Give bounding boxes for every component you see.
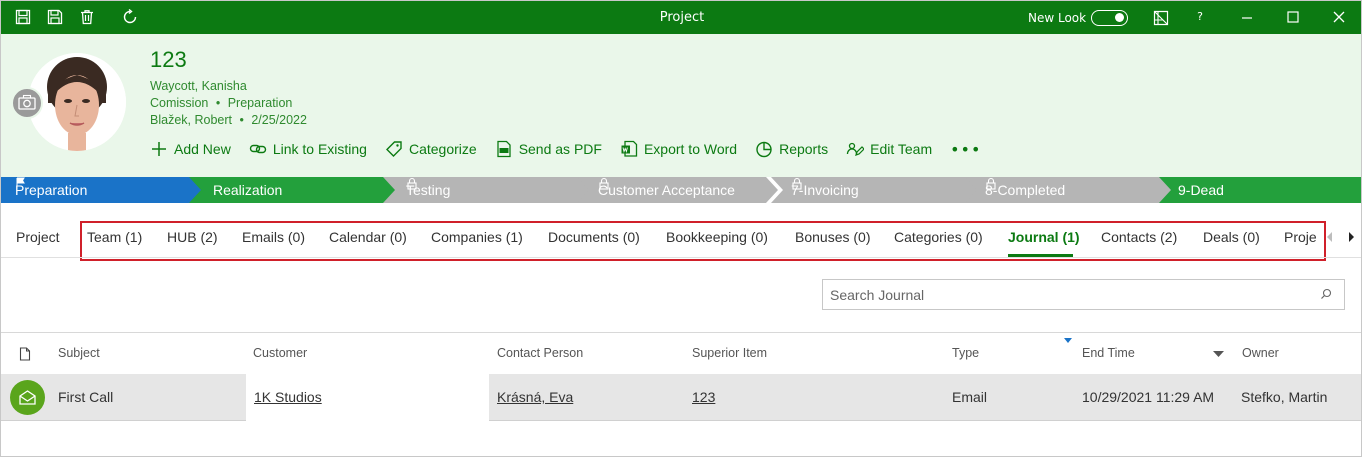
separator-dot: • — [215, 96, 221, 110]
table-row[interactable]: First Call 1K Studios Krásná, Eva 123 Em… — [1, 374, 1361, 421]
column-header-contact-person[interactable]: Contact Person — [497, 346, 583, 360]
stage-8-completed[interactable]: 8-Completed — [965, 177, 1175, 203]
categorize-label: Categorize — [408, 141, 477, 157]
record-date: 2/25/2022 — [251, 113, 307, 127]
add-new-button[interactable]: Add New — [150, 140, 231, 158]
stage-label: 9-Dead — [1178, 182, 1224, 198]
cell-customer-link[interactable]: 1K Studios — [254, 389, 322, 405]
send-as-pdf-button[interactable]: Send as PDF — [495, 140, 602, 158]
record-person: Waycott, Kanisha — [150, 79, 247, 93]
tab-divider — [1, 257, 1361, 258]
title-bar: Project New Look ? — [1, 1, 1361, 34]
cell-contact-person-link[interactable]: Krásná, Eva — [497, 389, 573, 405]
stage-preparation[interactable]: Preparation — [1, 177, 206, 203]
word-icon — [621, 140, 638, 157]
edit-team-button[interactable]: Edit Team — [846, 140, 932, 158]
scroll-left-icon[interactable] — [1325, 231, 1335, 243]
record-type-line: Comission • Preparation — [150, 96, 292, 110]
search-input[interactable] — [823, 280, 1303, 309]
tab-project[interactable]: Project — [16, 229, 60, 245]
camera-icon — [18, 94, 36, 110]
stage-7-invoicing[interactable]: 7-Invoicing — [771, 177, 981, 203]
separator-dot: • — [239, 113, 244, 127]
stage-testing[interactable]: Testing — [383, 177, 593, 203]
tab-highlight-frame — [80, 221, 1326, 261]
cell-owner: Stefko, Martin — [1241, 389, 1328, 405]
help-button[interactable]: ? — [1190, 10, 1210, 23]
tag-icon — [385, 141, 402, 157]
column-header-superior-item[interactable]: Superior Item — [692, 346, 767, 360]
application-window: Project New Look ? 123 Waycott, Kanisha … — [0, 0, 1362, 457]
envelope-open-icon — [19, 390, 36, 405]
search-journal-box — [822, 279, 1345, 310]
toggle-knob — [1115, 13, 1124, 22]
document-icon — [19, 347, 31, 361]
pdf-icon — [497, 140, 511, 158]
plus-icon — [152, 142, 166, 156]
cell-superior-item-link[interactable]: 123 — [692, 389, 715, 405]
stage-customer-acceptance[interactable]: Customer Acceptance — [577, 177, 787, 203]
record-type: Comission — [150, 96, 209, 110]
export-to-word-button[interactable]: Export to Word — [620, 140, 737, 158]
grid-top-border — [1, 332, 1361, 333]
export-to-word-label: Export to Word — [643, 141, 738, 157]
stage-label: Customer Acceptance — [598, 182, 735, 198]
close-icon[interactable] — [1331, 9, 1347, 25]
lock-icon — [599, 177, 609, 190]
send-as-pdf-label: Send as PDF — [518, 141, 602, 157]
record-stage: Preparation — [227, 96, 293, 110]
column-header-end-time[interactable]: End Time — [1082, 346, 1135, 360]
column-header-owner[interactable]: Owner — [1242, 346, 1279, 360]
stage-9-dead[interactable]: 9-Dead — [1159, 177, 1361, 203]
filter-icon[interactable] — [1064, 338, 1072, 344]
reports-label: Reports — [779, 141, 829, 157]
sort-descending-icon[interactable] — [1213, 351, 1224, 358]
pie-chart-icon — [756, 141, 772, 158]
link-icon — [249, 144, 267, 154]
new-look-toggle[interactable] — [1091, 10, 1128, 26]
record-number: 123 — [150, 47, 187, 72]
minimize-icon[interactable] — [1239, 9, 1255, 25]
edit-team-label: Edit Team — [870, 141, 933, 157]
search-icon[interactable] — [1320, 288, 1332, 300]
reports-button[interactable]: Reports — [755, 140, 828, 158]
action-toolbar: Add New Link to Existing Categorize Send… — [150, 138, 981, 160]
lock-icon — [407, 177, 417, 190]
maximize-icon[interactable] — [1285, 9, 1301, 25]
cell-subject: First Call — [58, 389, 114, 405]
lock-icon — [986, 177, 996, 190]
scroll-right-icon[interactable] — [1346, 231, 1356, 243]
edit-team-icon — [846, 142, 865, 156]
change-photo-button[interactable] — [11, 87, 43, 119]
new-look-label: New Look — [1028, 11, 1087, 25]
stage-bar: Preparation Realization Testing Customer… — [1, 177, 1361, 203]
column-header-customer[interactable]: Customer — [253, 346, 307, 360]
categorize-button[interactable]: Categorize — [385, 140, 477, 158]
flag-icon — [16, 177, 25, 189]
lock-icon — [792, 177, 802, 190]
more-actions-button[interactable]: ••• — [950, 140, 981, 159]
link-to-existing-label: Link to Existing — [272, 141, 367, 157]
column-header-subject[interactable]: Subject — [58, 346, 100, 360]
layout-icon[interactable] — [1153, 10, 1169, 26]
stage-label: 8-Completed — [985, 182, 1066, 198]
record-owner-line: Blažek, Robert • 2/25/2022 — [150, 113, 307, 127]
cell-end-time: 10/29/2021 11:29 AM — [1082, 389, 1215, 405]
email-type-icon — [10, 380, 45, 415]
add-new-label: Add New — [174, 141, 231, 157]
stage-realization[interactable]: Realization — [189, 177, 399, 203]
link-to-existing-button[interactable]: Link to Existing — [249, 140, 367, 158]
cell-type: Email — [952, 389, 988, 405]
record-header: 123 Waycott, Kanisha Comission • Prepara… — [1, 34, 1361, 177]
column-header-type[interactable]: Type — [952, 346, 979, 360]
stage-label: Realization — [213, 182, 283, 198]
tab-strip: Project Team (1) HUB (2) Emails (0) Cale… — [1, 219, 1361, 261]
record-owner: Blažek, Robert — [150, 113, 232, 127]
